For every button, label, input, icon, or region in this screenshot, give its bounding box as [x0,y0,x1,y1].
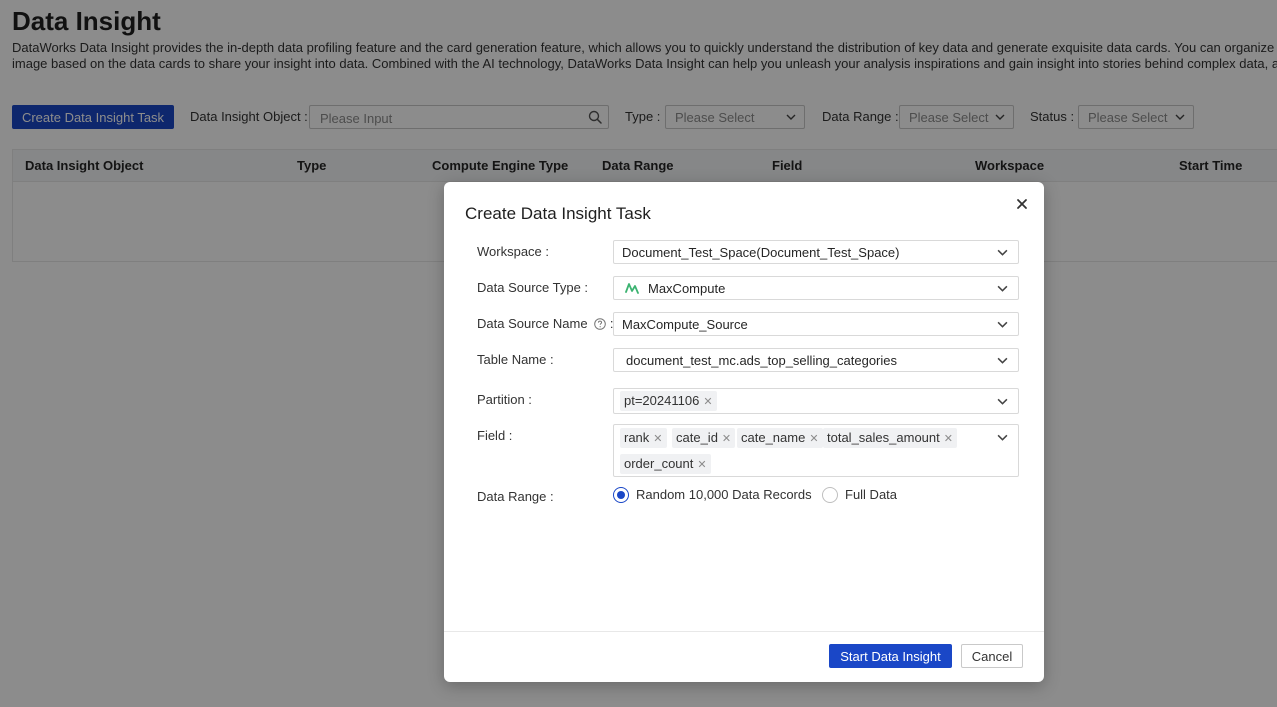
data-source-name-select[interactable]: MaxCompute_Source [613,312,1019,336]
field-select[interactable]: rank ✕ cate_id ✕ cate_name ✕ total_sales_am… [613,424,1019,477]
radio-full-data[interactable] [822,487,838,503]
field-tag-label: rank [624,430,650,445]
maxcompute-icon [625,283,639,294]
partition-select[interactable]: pt=20241106 ✕ [613,388,1019,414]
remove-tag-icon[interactable]: ✕ [809,433,818,445]
data-source-type-select[interactable]: MaxCompute [613,276,1019,300]
chevron-down-icon [997,434,1008,441]
chevron-down-icon [997,357,1008,364]
field-tag-label: total_sales_amount [827,430,940,445]
remove-tag-icon[interactable]: ✕ [722,433,731,445]
field-label: Field : [477,428,513,443]
dialog-footer: Start Data Insight Cancel [444,631,1044,682]
start-data-insight-button[interactable]: Start Data Insight [829,644,952,668]
chevron-down-icon [997,321,1008,328]
close-icon[interactable] [1014,196,1030,212]
partition-tag: pt=20241106 ✕ [620,391,717,411]
table-name-value: document_test_mc.ads_top_selling_categor… [626,353,898,368]
radio-random-records-label[interactable]: Random 10,000 Data Records [636,487,812,502]
remove-tag-icon[interactable]: ✕ [697,459,706,471]
field-tag-label: cate_id [676,430,718,445]
field-tag: cate_name ✕ [737,428,823,448]
remove-tag-icon[interactable]: ✕ [944,433,953,445]
field-tag-label: order_count [624,456,694,471]
table-name-label: Table Name : [477,352,554,367]
radio-full-data-label[interactable]: Full Data [845,487,897,502]
data-source-name-label-text: Data Source Name [477,316,588,331]
field-tag: rank ✕ [620,428,667,448]
workspace-value: Document_Test_Space(Document_Test_Space) [622,245,900,260]
data-source-type-label: Data Source Type : [477,280,589,295]
field-tag: total_sales_amount ✕ [823,428,957,448]
field-tag-label: cate_name [741,430,806,445]
data-source-name-label: Data Source Name : [477,316,613,331]
dialog-title: Create Data Insight Task [465,204,651,223]
chevron-down-icon [997,285,1008,292]
workspace-select[interactable]: Document_Test_Space(Document_Test_Space) [613,240,1019,264]
field-tag: order_count ✕ [620,454,711,474]
table-name-select[interactable]: document_test_mc.ads_top_selling_categor… [613,348,1019,372]
cancel-button[interactable]: Cancel [961,644,1023,668]
help-icon[interactable] [594,318,606,330]
remove-tag-icon[interactable]: ✕ [703,396,712,408]
field-tag: cate_id ✕ [672,428,736,448]
data-range-label: Data Range : [477,489,554,504]
data-source-name-value: MaxCompute_Source [622,317,748,332]
remove-tag-icon[interactable]: ✕ [653,433,662,445]
data-source-type-value: MaxCompute [648,281,726,296]
partition-tag-label: pt=20241106 [624,393,700,408]
partition-label: Partition : [477,392,532,407]
radio-random-records[interactable] [613,487,629,503]
chevron-down-icon [997,398,1008,405]
workspace-label: Workspace : [477,244,550,259]
create-data-insight-task-dialog: Create Data Insight Task Workspace : Doc… [444,182,1044,682]
chevron-down-icon [997,249,1008,256]
